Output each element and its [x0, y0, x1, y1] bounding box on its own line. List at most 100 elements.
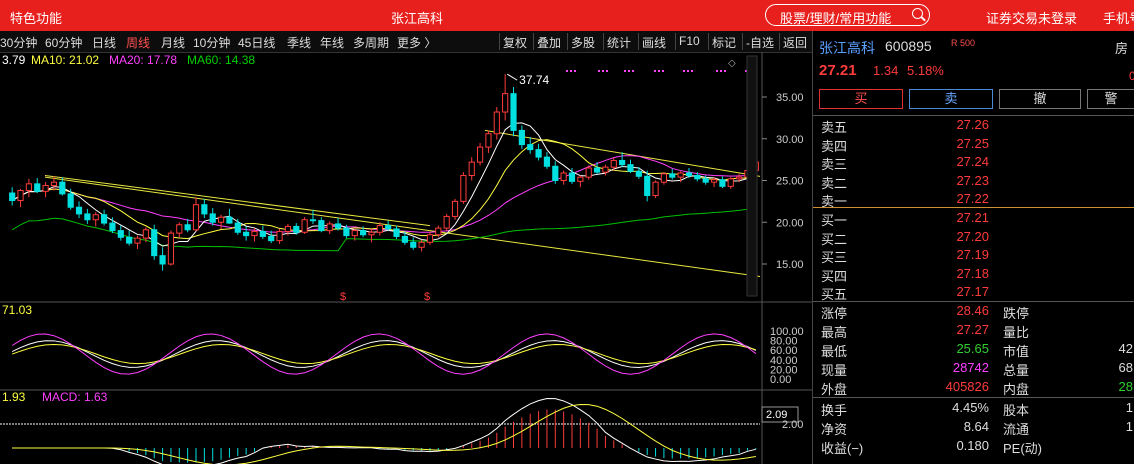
signal-dot	[720, 70, 722, 72]
kdj-legend: 71.03	[2, 303, 32, 317]
row-label: 涨停	[821, 306, 848, 321]
signal-dot	[602, 70, 604, 72]
period-tab-7[interactable]: 季线	[287, 34, 311, 51]
period-toolbar: 30分钟 60分钟 日线 周线 月线 10分钟 45日线 季线 年线 多周期 更多 〉 复权 叠加 多股统…	[0, 31, 812, 53]
cancel-order-button[interactable]: 撤	[999, 89, 1081, 109]
candle-body	[201, 204, 208, 215]
candle-body	[727, 178, 734, 187]
candle-body	[17, 190, 24, 202]
buy-button[interactable]: 买	[819, 89, 903, 109]
candle-body	[67, 193, 74, 208]
period-tab-6[interactable]: 45日线	[238, 34, 275, 51]
candle-body	[435, 227, 442, 236]
row-value: 1	[1125, 400, 1133, 415]
candle-body	[502, 93, 509, 113]
period-tab-8[interactable]: 年线	[320, 34, 344, 51]
candle-body	[293, 225, 300, 233]
signal-dot	[724, 70, 726, 72]
kdj-axis-label: 0.00	[770, 374, 791, 386]
tool-button-8[interactable]: 返回	[783, 34, 807, 51]
row-label: 总量	[1003, 363, 1030, 378]
top-bar: 特色功能 张江高科 股票/理财/常用功能 证券交易未登录 手机号	[0, 0, 1134, 31]
candle-body	[451, 200, 459, 217]
quote-panel: 张江高科 600895 R 500 房 27.21 1.34 5.18% 0 买…	[812, 31, 1134, 464]
stock-name: 张江高科	[819, 40, 875, 56]
candle-body	[660, 173, 668, 183]
stock-code: 600895	[885, 38, 932, 54]
alert-button[interactable]: 警	[1087, 89, 1134, 109]
tool-button-0[interactable]: 复权	[503, 34, 527, 51]
signal-dot	[606, 70, 608, 72]
candle-body	[418, 241, 425, 248]
signal-dot	[662, 70, 664, 72]
signal-dot	[683, 70, 685, 72]
period-tab-1[interactable]: 60分钟	[45, 34, 82, 51]
candle-body	[318, 220, 325, 232]
candle-body	[42, 185, 49, 192]
tool-button-4[interactable]: 画线	[642, 34, 666, 51]
tool-button-7[interactable]: -自选	[746, 34, 774, 51]
tool-button-3[interactable]: 统计	[607, 34, 631, 51]
signal-dot	[566, 70, 568, 72]
toolbar-separator	[499, 33, 500, 50]
row-value: 0.180	[956, 438, 989, 453]
period-tab-4[interactable]: 月线	[161, 34, 185, 51]
price-percent: 5.18%	[907, 63, 944, 78]
candle-body	[59, 181, 66, 195]
tool-button-1[interactable]: 叠加	[537, 34, 561, 51]
signal-dot	[654, 70, 656, 72]
signal-dot	[570, 70, 572, 72]
price-axis-label: 15.00	[776, 259, 804, 271]
mobile-menu[interactable]: 手机号	[1103, 8, 1134, 27]
candle-body	[217, 216, 225, 223]
signal-dot	[687, 70, 689, 72]
divider	[813, 301, 1134, 302]
feature-menu[interactable]: 特色功能	[10, 8, 62, 27]
candle-body	[209, 213, 216, 223]
row-value: 25.65	[956, 341, 989, 356]
toolbar-separator	[533, 33, 534, 50]
stock-tag: R 500	[951, 38, 976, 48]
candle-body	[25, 183, 32, 192]
period-tab-9[interactable]: 多周期	[353, 34, 389, 51]
candle-body	[301, 219, 308, 233]
row-value: 27.19	[956, 247, 989, 263]
row-value: 28	[1118, 379, 1133, 394]
candle-body	[309, 219, 317, 222]
period-tab-3[interactable]: 周线	[126, 34, 150, 51]
row-value: 27.20	[956, 228, 989, 244]
candle-body	[669, 173, 676, 178]
candle-body	[493, 111, 500, 135]
login-status[interactable]: 证券交易未登录	[986, 8, 1077, 27]
macd-dif-line	[12, 397, 756, 464]
candle-body	[644, 175, 651, 197]
period-tab-0[interactable]: 30分钟	[0, 34, 37, 51]
candle-body	[694, 174, 701, 180]
tool-button-6[interactable]: 标记	[712, 34, 736, 51]
search-box[interactable]: 股票/理财/常用功能	[765, 4, 930, 26]
candle-body	[251, 230, 258, 237]
period-tab-5[interactable]: 10分钟	[193, 34, 230, 51]
search-icon[interactable]	[912, 8, 923, 19]
period-tab-2[interactable]: 日线	[92, 34, 116, 51]
row-label: 收益(−)	[821, 441, 864, 456]
tool-button-5[interactable]: F10	[679, 34, 700, 48]
candle-body	[719, 179, 726, 187]
tool-button-2[interactable]: 多股	[571, 34, 595, 51]
toolbar-separator	[779, 33, 780, 50]
macd-axis-tick: 2.00	[782, 419, 803, 431]
candle-body	[610, 159, 617, 168]
candle-body	[151, 229, 158, 257]
price-axis-label: 30.00	[776, 134, 804, 146]
candle-body	[126, 236, 133, 244]
candle-body	[552, 165, 559, 181]
sell-button[interactable]: 卖	[909, 89, 993, 109]
period-tab-10[interactable]: 更多 〉	[397, 34, 436, 51]
candle-body	[368, 231, 375, 236]
signal-dot	[628, 70, 630, 72]
toolbar-separator	[603, 33, 604, 50]
row-value: 27.17	[956, 284, 989, 300]
candle-body	[401, 235, 408, 243]
row-label: 卖四	[821, 138, 848, 154]
candlestick-chart[interactable]: 35.0030.0025.0020.0015.0037.74◇$ $100.008…	[0, 52, 812, 464]
